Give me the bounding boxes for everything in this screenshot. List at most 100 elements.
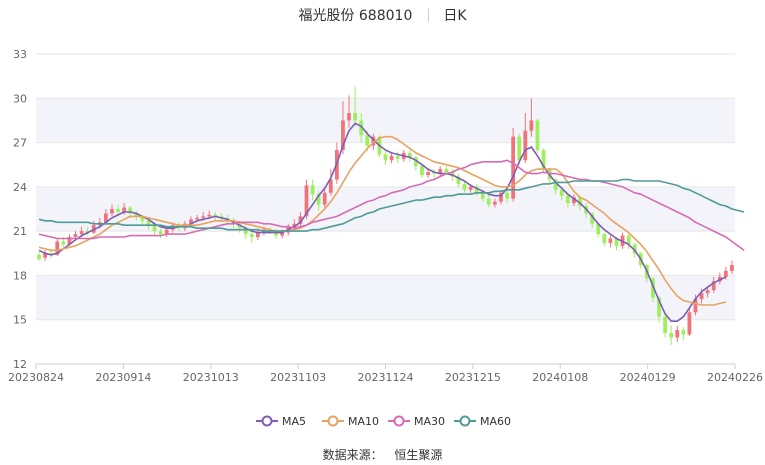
y-tick-label: 24: [13, 181, 27, 194]
candle: [389, 152, 394, 164]
candle-body: [110, 209, 114, 214]
legend-label: MA30: [414, 415, 445, 428]
candle-body: [602, 234, 607, 243]
candle: [432, 169, 437, 178]
legend-marker: [261, 415, 273, 427]
candle-body: [681, 330, 686, 335]
candle-body: [529, 120, 534, 131]
candle: [675, 325, 680, 342]
candle-body: [37, 254, 41, 260]
candle-body: [723, 271, 728, 277]
candle-body: [61, 241, 66, 245]
candle: [663, 315, 667, 338]
candle: [730, 260, 734, 274]
candle-body: [486, 198, 491, 205]
candle-body: [420, 166, 424, 176]
data-source-label: 数据来源：: [322, 448, 383, 462]
y-axis: 12 15 18 21 24 27 30 33: [13, 48, 27, 371]
legend[interactable]: MA5 MA10 MA30 MA60: [256, 415, 511, 428]
candle: [535, 118, 540, 153]
candle: [37, 251, 41, 261]
y-tick-label: 30: [13, 92, 27, 105]
candle-body: [480, 192, 485, 199]
candle: [383, 151, 388, 165]
candle-body: [517, 136, 522, 161]
candle: [395, 151, 400, 164]
x-tick-label: 20240129: [620, 371, 676, 384]
candle-body: [462, 183, 467, 190]
candle: [608, 235, 613, 248]
candle-body: [389, 155, 394, 161]
candle: [414, 155, 418, 171]
candle-body: [353, 113, 357, 121]
legend-item-ma30[interactable]: MA30: [388, 415, 445, 428]
candle-body: [395, 155, 400, 159]
y-tick-label: 18: [13, 269, 27, 282]
legend-item-ma60[interactable]: MA60: [454, 415, 511, 428]
candle: [669, 325, 674, 345]
candle-body: [79, 231, 84, 235]
background-bands: [36, 98, 735, 320]
x-tick-label: 20231215: [445, 371, 501, 384]
candle-body: [663, 316, 667, 333]
candlestick-chart: 12 15 18 21 24 27 30 33 20230824 20230914 2023101…: [8, 48, 763, 428]
candle-body: [73, 234, 78, 238]
candle-body: [201, 216, 206, 218]
candle-body: [322, 192, 327, 205]
x-tick-label: 20231013: [183, 371, 239, 384]
x-tick-label: 20230824: [8, 371, 64, 384]
candle-body: [195, 217, 199, 220]
legend-item-ma10[interactable]: MA10: [322, 415, 379, 428]
candle-body: [730, 265, 734, 271]
x-tick-label: 20231124: [358, 371, 414, 384]
candle: [681, 327, 686, 341]
candle-body: [207, 214, 212, 217]
x-tick-label: 20231103: [270, 371, 326, 384]
y-tick-label: 21: [13, 225, 27, 238]
candle: [407, 149, 412, 162]
x-axis: 20230824 20230914 20231013 20231103 20231124…: [8, 363, 763, 384]
candle: [456, 173, 461, 187]
candle-body: [152, 225, 157, 232]
candle-body: [505, 192, 509, 199]
candle-body: [705, 290, 710, 294]
legend-marker: [459, 415, 471, 427]
candle-body: [347, 113, 351, 121]
y-tick-label: 12: [13, 358, 27, 371]
band: [36, 275, 735, 320]
legend-label: MA10: [348, 415, 379, 428]
candle-body: [426, 172, 430, 176]
x-tick-label: 20230914: [95, 371, 151, 384]
candle-body: [365, 135, 370, 146]
legend-label: MA5: [282, 415, 306, 428]
candle-body: [559, 189, 564, 196]
candle-body: [158, 231, 163, 235]
candle-body: [116, 209, 120, 212]
legend-item-ma5[interactable]: MA5: [256, 415, 306, 428]
candle-body: [468, 186, 473, 190]
legend-marker: [327, 415, 339, 427]
candle: [249, 231, 254, 243]
y-tick-label: 33: [13, 48, 27, 61]
candle-body: [675, 330, 680, 338]
candle-body: [493, 201, 497, 205]
candle-body: [565, 195, 570, 204]
candle-body: [310, 185, 315, 195]
x-tick-label: 20240108: [532, 371, 588, 384]
x-tick-label: 20240226: [707, 371, 763, 384]
data-source-value: 恒生聚源: [394, 448, 443, 462]
candle: [438, 166, 443, 177]
candle-body: [608, 238, 613, 243]
candle-body: [523, 130, 528, 161]
y-tick-label: 15: [13, 314, 27, 327]
candle-body: [687, 312, 692, 335]
candle: [602, 232, 607, 246]
y-tick-label: 27: [13, 137, 27, 150]
candle-body: [444, 169, 449, 173]
candle-body: [383, 154, 388, 161]
candle-body: [535, 120, 540, 150]
legend-marker: [393, 415, 405, 427]
candle-body: [249, 234, 254, 238]
legend-label: MA60: [480, 415, 511, 428]
data-source: 数据来源： 恒生聚源: [0, 446, 765, 463]
